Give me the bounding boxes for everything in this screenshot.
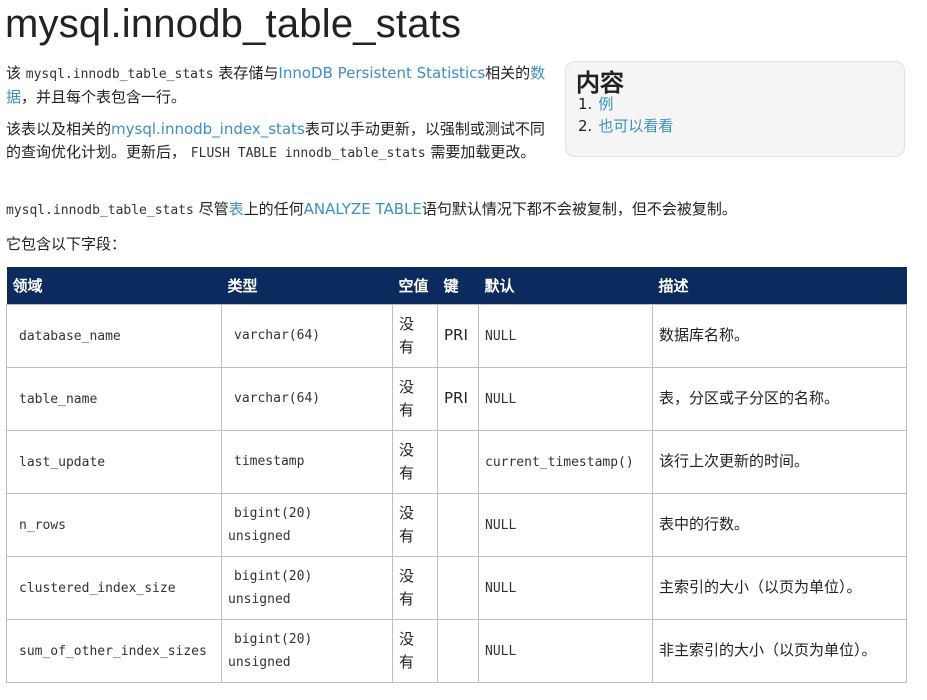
cell-default: NULL xyxy=(478,366,653,431)
cell-type: bigint(20) unsigned xyxy=(221,492,393,557)
cell-type: varchar(64) xyxy=(221,366,393,431)
inline-code: FLUSH TABLE innodb_table_stats xyxy=(190,146,426,161)
inline-code: mysql.innodb_table_stats xyxy=(25,67,214,82)
cell-type: timestamp xyxy=(221,429,393,494)
cell-null: 没有 xyxy=(392,429,438,494)
table-row: last_update timestamp 没有 current_timestamp(… xyxy=(6,429,907,494)
cell-null: 没有 xyxy=(392,618,438,683)
fields-intro: 它包含以下字段： xyxy=(6,235,127,253)
inline-code: mysql.innodb_table_stats xyxy=(6,203,194,218)
update-paragraph: 该表以及相关的mysql.innodb_index_stats表可以手动更新，以… xyxy=(6,120,545,161)
cell-field: clustered_index_size xyxy=(6,555,222,620)
innodb-index-stats-link[interactable]: mysql.innodb_index_stats xyxy=(111,120,305,138)
table-row: sum_of_other_index_sizes bigint(20) unsign… xyxy=(6,618,907,683)
cell-description: 表中的行数。 xyxy=(652,492,907,557)
table-row: table_name varchar(64) 没有 PRI NULL 表，分区或子分区的名… xyxy=(6,366,907,431)
cell-default: NULL xyxy=(478,492,653,557)
cell-null: 没有 xyxy=(392,366,438,431)
cell-default: NULL xyxy=(478,555,653,620)
cell-key: PRI xyxy=(437,303,479,368)
cell-null: 没有 xyxy=(392,555,438,620)
cell-key xyxy=(437,492,479,557)
cell-type: bigint(20) unsigned xyxy=(221,618,393,683)
cell-description: 主索引的大小（以页为单位）。 xyxy=(652,555,907,620)
cell-key: PRI xyxy=(437,366,479,431)
cell-field: sum_of_other_index_sizes xyxy=(6,618,222,683)
cell-description: 数据库名称。 xyxy=(652,303,907,368)
cell-null: 没有 xyxy=(392,492,438,557)
innodb-persistent-statistics-link[interactable]: InnoDB Persistent Statistics xyxy=(278,64,485,82)
cell-key xyxy=(437,429,479,494)
header-type: 类型 xyxy=(221,267,393,304)
page-title: mysql.innodb_table_stats xyxy=(5,2,462,46)
table-link[interactable]: 表 xyxy=(229,200,244,218)
table-row: clustered_index_size bigint(20) unsigned 没有… xyxy=(6,555,907,620)
header-null: 空值 xyxy=(392,267,438,304)
cell-field: last_update xyxy=(6,429,222,494)
analyze-table-link[interactable]: ANALYZE TABLE xyxy=(304,200,422,218)
cell-default: NULL xyxy=(478,618,653,683)
table-row: database_name varchar(64) 没有 PRI NULL 数据库名称。 xyxy=(6,303,907,368)
replication-paragraph: mysql.innodb_table_stats 尽管表上的任何ANALYZE … xyxy=(6,200,737,218)
toc-list: 1. 例 2. 也可以看看 xyxy=(578,93,673,137)
cell-description: 表，分区或子分区的名称。 xyxy=(652,366,907,431)
header-key: 键 xyxy=(437,267,479,304)
cell-description: 该行上次更新的时间。 xyxy=(652,429,907,494)
toc-link-example[interactable]: 例 xyxy=(598,95,613,113)
cell-null: 没有 xyxy=(392,303,438,368)
cell-field: n_rows xyxy=(6,492,222,557)
cell-field: database_name xyxy=(6,303,222,368)
table-header-row: 领域 类型 空值 键 默认 描述 xyxy=(6,267,907,304)
cell-default: current_timestamp() xyxy=(478,429,653,494)
cell-type: bigint(20) unsigned xyxy=(221,555,393,620)
toc-item[interactable]: 2. 也可以看看 xyxy=(578,115,673,137)
intro-paragraph: 该 mysql.innodb_table_stats 表存储与InnoDB Pe… xyxy=(6,64,546,106)
cell-default: NULL xyxy=(478,303,653,368)
header-field: 领域 xyxy=(6,267,222,304)
cell-description: 非主索引的大小（以页为单位）。 xyxy=(652,618,907,683)
cell-key xyxy=(437,555,479,620)
fields-table: 领域 类型 空值 键 默认 描述 database_name varchar(64… xyxy=(6,267,907,683)
header-default: 默认 xyxy=(478,267,653,304)
toc-item[interactable]: 1. 例 xyxy=(578,93,673,115)
header-description: 描述 xyxy=(652,267,907,304)
cell-type: varchar(64) xyxy=(221,303,393,368)
table-row: n_rows bigint(20) unsigned 没有 NULL 表中的行数。 xyxy=(6,492,907,557)
table-of-contents: 内容 1. 例 2. 也可以看看 xyxy=(565,61,905,157)
cell-key xyxy=(437,618,479,683)
toc-link-see-also[interactable]: 也可以看看 xyxy=(598,117,673,135)
cell-field: table_name xyxy=(6,366,222,431)
